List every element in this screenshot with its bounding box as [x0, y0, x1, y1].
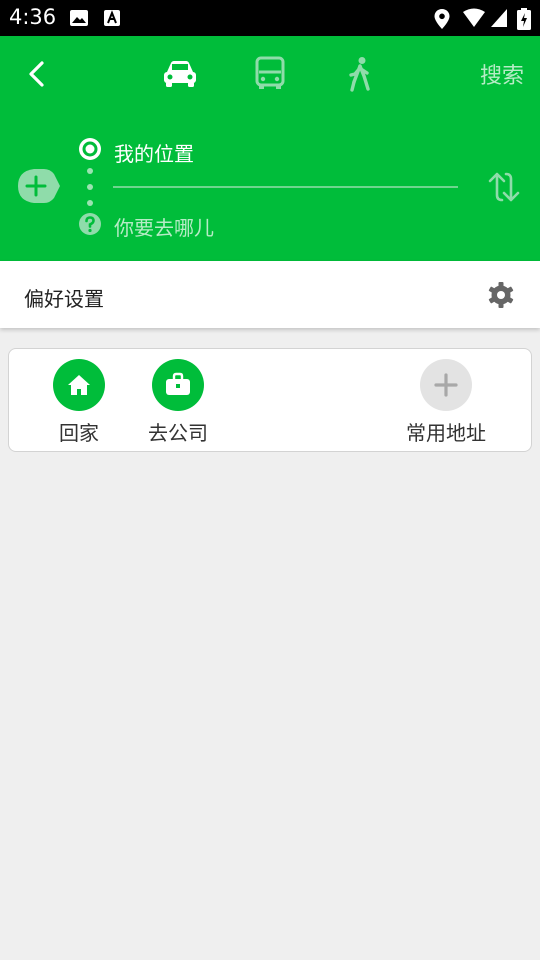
- preferences-bar[interactable]: 偏好设置: [0, 261, 540, 328]
- shortcut-work-label: 去公司: [148, 421, 208, 445]
- battery-icon: [517, 8, 531, 30]
- my-location-icon: [79, 138, 101, 160]
- plus-icon: [420, 359, 472, 411]
- wifi-icon: [463, 8, 485, 27]
- swap-icon[interactable]: [486, 169, 522, 205]
- route-dots: [87, 168, 93, 208]
- shortcut-add-address[interactable]: 常用地址: [396, 359, 496, 449]
- preferences-label: 偏好设置: [24, 287, 104, 311]
- shortcut-home-label: 回家: [59, 421, 99, 445]
- image-icon: [70, 10, 88, 26]
- question-mark-icon: [79, 213, 101, 235]
- origin-field[interactable]: 我的位置: [114, 138, 194, 167]
- search-button[interactable]: 搜索: [480, 58, 524, 90]
- car-icon[interactable]: [160, 56, 200, 92]
- location-pin-icon: [434, 9, 450, 29]
- status-time: 4:36: [9, 5, 57, 29]
- shortcut-add-address-label: 常用地址: [406, 421, 486, 445]
- signal-icon: [491, 9, 507, 27]
- route-header: 搜索 我的位置 你要去哪儿: [0, 36, 540, 261]
- walk-icon[interactable]: [340, 56, 380, 92]
- destination-field[interactable]: 你要去哪儿: [114, 212, 214, 241]
- back-arrow-icon[interactable]: [20, 56, 56, 92]
- shortcut-work[interactable]: 去公司: [128, 359, 228, 449]
- field-divider: [113, 186, 458, 188]
- bus-icon[interactable]: [250, 56, 290, 92]
- briefcase-icon: [152, 359, 204, 411]
- add-waypoint-icon[interactable]: [16, 168, 62, 204]
- gear-icon[interactable]: [486, 280, 516, 310]
- shortcut-card: 回家 去公司 常用地址: [8, 348, 532, 452]
- shortcut-home[interactable]: 回家: [29, 359, 129, 449]
- text-icon: [104, 10, 120, 26]
- status-bar: 4:36: [0, 0, 540, 36]
- home-icon: [53, 359, 105, 411]
